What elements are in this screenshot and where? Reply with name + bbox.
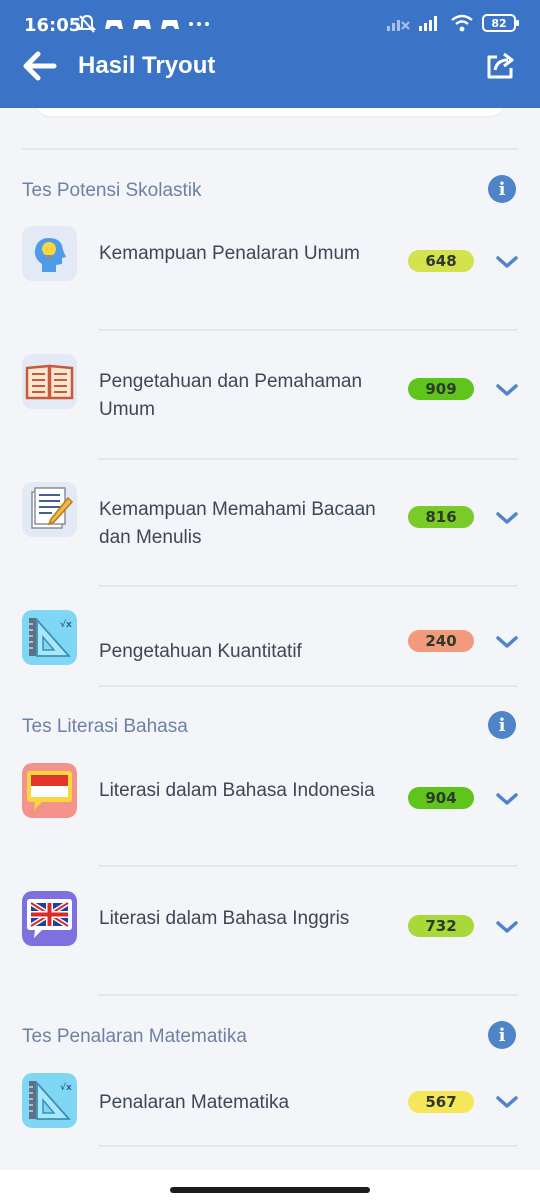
subtest-label: Literasi dalam Bahasa Indonesia xyxy=(99,780,375,801)
subtest-row-pengetahuan-umum[interactable]: Pengetahuan dan Pemahaman Umum 909 xyxy=(0,342,540,442)
divider xyxy=(98,994,518,996)
subtest-row-penalaran-umum[interactable]: Kemampuan Penalaran Umum 648 xyxy=(0,214,540,314)
svg-text:√x: √x xyxy=(60,619,72,630)
notification-icons xyxy=(78,14,210,34)
chevron-down-icon[interactable] xyxy=(495,382,519,398)
page-title: Hasil Tryout xyxy=(78,52,216,79)
gamepad-icon xyxy=(105,20,123,29)
info-icon[interactable]: i xyxy=(488,711,516,739)
system-icons: 82 xyxy=(386,14,519,32)
chevron-down-icon[interactable] xyxy=(495,919,519,935)
wifi-icon xyxy=(451,14,473,32)
back-arrow-icon[interactable] xyxy=(20,48,60,84)
divider xyxy=(98,865,518,867)
share-icon[interactable] xyxy=(484,48,518,82)
subtest-label: Pengetahuan dan Pemahaman Umum xyxy=(99,371,363,420)
subtest-label: Kemampuan Penalaran Umum xyxy=(99,243,360,264)
app-bar: 16:05 82 Hasil Tryout xyxy=(0,0,540,108)
subtest-label: Kemampuan Memahami Bacaan dan Menulis xyxy=(99,499,376,548)
system-nav-bar xyxy=(0,1170,540,1200)
divider xyxy=(98,458,518,460)
signal-off-icon xyxy=(387,20,410,31)
score-badge: 909 xyxy=(408,378,474,400)
section-title: Tes Potensi Skolastik xyxy=(22,180,202,201)
section-header-literasi: Tes Literasi Bahasa i xyxy=(22,708,518,748)
score-badge: 816 xyxy=(408,506,474,528)
section-title: Tes Penalaran Matematika xyxy=(22,1026,247,1047)
uk-flag-icon xyxy=(22,891,77,946)
section-header-matematika: Tes Penalaran Matematika i xyxy=(22,1018,518,1058)
writing-paper-icon xyxy=(22,482,77,537)
divider xyxy=(98,585,518,587)
divider xyxy=(98,1145,518,1147)
info-icon[interactable]: i xyxy=(488,175,516,203)
status-time: 16:05 xyxy=(24,15,82,36)
ruler-triangle-icon: √x xyxy=(22,1073,77,1128)
divider xyxy=(98,685,518,687)
gamepad-icon xyxy=(161,20,179,29)
score-badge: 904 xyxy=(408,787,474,809)
summary-card-edge xyxy=(36,108,504,116)
home-gesture-handle[interactable] xyxy=(170,1187,370,1193)
subtest-row-literasi-indonesia[interactable]: Literasi dalam Bahasa Indonesia 904 xyxy=(0,751,540,851)
divider xyxy=(22,148,518,150)
battery-icon: 82 xyxy=(482,14,519,32)
chevron-down-icon[interactable] xyxy=(495,1094,519,1110)
chevron-down-icon[interactable] xyxy=(495,634,519,650)
results-list[interactable]: Tes Potensi Skolastik i Kemampuan Penala… xyxy=(0,108,540,1170)
ruler-triangle-icon: √x xyxy=(22,610,77,665)
bell-off-icon xyxy=(78,14,96,33)
subtest-row-bacaan-menulis[interactable]: Kemampuan Memahami Bacaan dan Menulis 81… xyxy=(0,470,540,570)
info-icon[interactable]: i xyxy=(488,1021,516,1049)
indonesia-flag-icon xyxy=(22,763,77,818)
subtest-row-kuantitatif[interactable]: √x Pengetahuan Kuantitatif 240 xyxy=(0,598,540,698)
status-bar: 16:05 82 xyxy=(0,0,540,54)
score-badge: 732 xyxy=(408,915,474,937)
score-badge: 240 xyxy=(408,630,474,652)
head-bulb-icon xyxy=(22,226,77,281)
subtest-label: Literasi dalam Bahasa Inggris xyxy=(99,908,350,929)
chevron-down-icon[interactable] xyxy=(495,791,519,807)
chevron-down-icon[interactable] xyxy=(495,510,519,526)
subtest-row-literasi-inggris[interactable]: Literasi dalam Bahasa Inggris 732 xyxy=(0,879,540,979)
more-dots-icon xyxy=(189,22,209,26)
section-header-tps: Tes Potensi Skolastik i xyxy=(22,172,518,212)
section-title: Tes Literasi Bahasa xyxy=(22,716,188,737)
open-book-icon xyxy=(22,354,77,409)
chevron-down-icon[interactable] xyxy=(495,254,519,270)
gamepad-icon xyxy=(133,20,151,29)
score-badge: 648 xyxy=(408,250,474,272)
svg-text:√x: √x xyxy=(60,1082,72,1093)
subtest-label: Pengetahuan Kuantitatif xyxy=(99,641,302,662)
subtest-label: Penalaran Matematika xyxy=(99,1092,290,1113)
divider xyxy=(98,329,518,331)
score-badge: 567 xyxy=(408,1091,474,1113)
signal-icon xyxy=(419,16,437,31)
